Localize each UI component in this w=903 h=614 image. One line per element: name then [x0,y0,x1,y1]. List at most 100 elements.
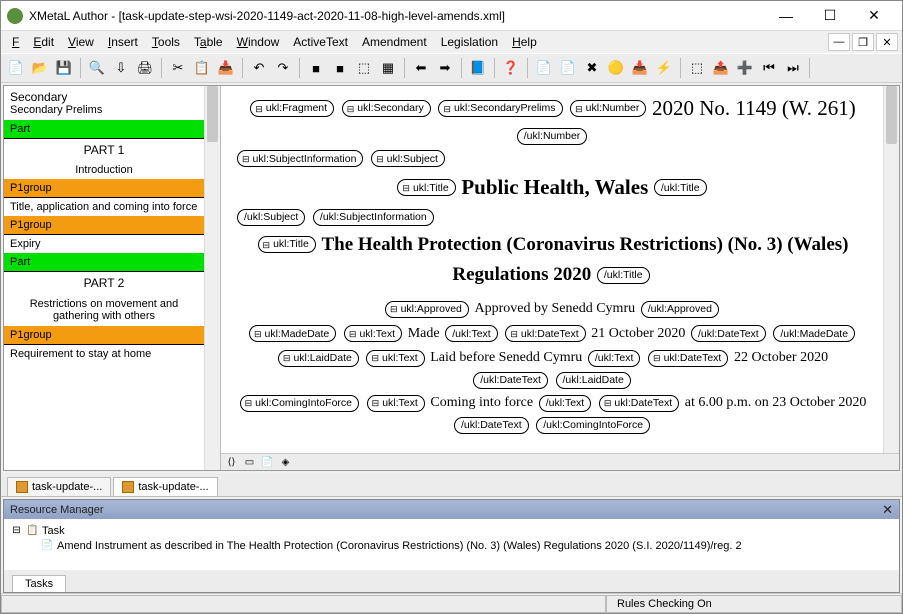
tag-subject-close[interactable]: /ukl:Subject [237,209,305,226]
toolbar-button[interactable]: ✂ [167,57,189,79]
structure-item[interactable]: Restrictions on movement and gathering w… [4,294,204,326]
toolbar-button[interactable]: ✖ [581,57,603,79]
document-tab-1[interactable]: task-update-... [7,477,111,496]
toolbar-button[interactable]: ↷ [272,57,294,79]
menu-insert[interactable]: Insert [101,33,145,51]
tag-title-close[interactable]: /ukl:Title [654,179,707,196]
toolbar-button[interactable]: ⚡ [653,57,675,79]
rm-tab-tasks[interactable]: Tasks [12,575,66,592]
toolbar-button[interactable]: ↶ [248,57,270,79]
tag-datetext-close[interactable]: /ukl:DateText [691,325,766,342]
editor-scrollbar[interactable] [883,86,899,453]
tag-number[interactable]: ukl:Number [570,100,646,117]
menu-table[interactable]: Table [187,33,230,51]
structure-item[interactable]: Requirement to stay at home [4,345,204,363]
toolbar-button[interactable]: ⏮ [758,57,780,79]
structure-item[interactable]: P1group [4,179,204,198]
tag-madedate[interactable]: ukl:MadeDate [249,325,336,342]
tag-datetext2-close[interactable]: /ukl:DateText [473,372,548,389]
menu-legislation[interactable]: Legislation [434,33,505,51]
view-source-icon[interactable]: ◈ [278,456,293,469]
document-tab-2[interactable]: task-update-... [113,477,217,496]
structure-item[interactable]: Part [4,120,204,139]
tag-approved-close[interactable]: /ukl:Approved [641,301,719,318]
toolbar-button[interactable]: ⬚ [686,57,708,79]
structure-item[interactable]: PART 1 [4,139,204,161]
tag-title2[interactable]: ukl:Title [258,236,316,253]
menu-activetext[interactable]: ActiveText [286,33,355,51]
tag-text3[interactable]: ukl:Text [367,395,425,412]
tree-task-child[interactable]: 📄 Amend Instrument as described in The H… [10,538,893,553]
toolbar-button[interactable]: 📂 [29,57,51,79]
menu-window[interactable]: Window [230,33,287,51]
tag-cif-close[interactable]: /ukl:ComingIntoForce [536,417,650,434]
close-button[interactable]: ✕ [852,1,896,31]
tag-fragment[interactable]: ukl:Fragment [250,100,334,117]
tree-collapse-icon[interactable]: ⊟ [10,524,23,537]
tree-task-root[interactable]: ⊟ 📋 Task [10,523,893,538]
tag-secondary[interactable]: ukl:Secondary [342,100,431,117]
toolbar-button[interactable]: 📄 [5,57,27,79]
toolbar-button[interactable]: ⬚ [353,57,375,79]
tag-text[interactable]: ukl:Text [344,325,402,342]
toolbar-button[interactable]: ■ [305,57,327,79]
tag-subjectinfo-close[interactable]: /ukl:SubjectInformation [313,209,434,226]
tag-text-close[interactable]: /ukl:Text [445,325,498,342]
view-page-icon[interactable]: 📄 [260,456,275,469]
tag-datetext[interactable]: ukl:DateText [505,325,585,342]
toolbar-button[interactable]: ⏭ [782,57,804,79]
tag-datetext2[interactable]: ukl:DateText [648,350,728,367]
tag-laiddate-close[interactable]: /ukl:LaidDate [556,372,631,389]
tag-subjectinfo[interactable]: ukl:SubjectInformation [237,150,363,167]
tag-datetext3[interactable]: ukl:DateText [599,395,679,412]
toolbar-button[interactable]: 📥 [215,57,237,79]
rm-close-button[interactable]: ✕ [882,502,893,518]
structure-scrollbar[interactable] [204,86,220,470]
structure-item[interactable]: Expiry [4,235,204,253]
tag-text3-close[interactable]: /ukl:Text [539,395,592,412]
toolbar-button[interactable]: 📋 [191,57,213,79]
tag-subject[interactable]: ukl:Subject [371,150,445,167]
tag-datetext3-close[interactable]: /ukl:DateText [454,417,529,434]
toolbar-button[interactable]: ➡ [434,57,456,79]
mdi-restore[interactable]: ❐ [852,33,874,51]
editor-content[interactable]: ukl:Fragment ukl:Secondary ukl:Secondary… [221,86,883,453]
structure-item[interactable]: Introduction [4,161,204,179]
toolbar-button[interactable]: 📘 [467,57,489,79]
menu-file[interactable]: F [5,33,26,51]
structure-item[interactable]: Title, application and coming into force [4,198,204,216]
toolbar-button[interactable]: 📄 [533,57,555,79]
minimize-button[interactable]: — [764,1,808,31]
menu-tools[interactable]: Tools [145,33,187,51]
tag-title[interactable]: ukl:Title [397,179,455,196]
maximize-button[interactable]: ☐ [808,1,852,31]
toolbar-button[interactable]: 🔍 [86,57,108,79]
structure-item[interactable]: P1group [4,326,204,345]
tag-laiddate[interactable]: ukl:LaidDate [278,350,359,367]
mdi-minimize[interactable]: — [828,33,850,51]
tag-title2-close[interactable]: /ukl:Title [597,267,650,284]
menu-amendment[interactable]: Amendment [355,33,434,51]
toolbar-button[interactable]: 📤 [710,57,732,79]
structure-item[interactable]: PART 2 [4,272,204,294]
toolbar-button[interactable]: 🖨 [134,57,156,79]
tag-approved[interactable]: ukl:Approved [385,301,469,318]
toolbar-button[interactable]: ❓ [500,57,522,79]
tag-madedate-close[interactable]: /ukl:MadeDate [773,325,855,342]
tag-secondaryprelims[interactable]: ukl:SecondaryPrelims [438,100,562,117]
toolbar-button[interactable]: 🟡 [605,57,627,79]
toolbar-button[interactable]: ⬅ [410,57,432,79]
tag-text2[interactable]: ukl:Text [366,350,424,367]
toolbar-button[interactable]: ➕ [734,57,756,79]
toolbar-button[interactable]: 💾 [53,57,75,79]
toolbar-button[interactable]: ■ [329,57,351,79]
structure-item[interactable]: P1group [4,216,204,235]
toolbar-button[interactable]: 📄 [557,57,579,79]
toolbar-button[interactable]: ▦ [377,57,399,79]
toolbar-button[interactable]: ⇩ [110,57,132,79]
toolbar-button[interactable]: 📥 [629,57,651,79]
tag-number-close[interactable]: /ukl:Number [517,128,588,145]
menu-help[interactable]: Help [505,33,544,51]
menu-view[interactable]: View [61,33,101,51]
mdi-close[interactable]: ✕ [876,33,898,51]
